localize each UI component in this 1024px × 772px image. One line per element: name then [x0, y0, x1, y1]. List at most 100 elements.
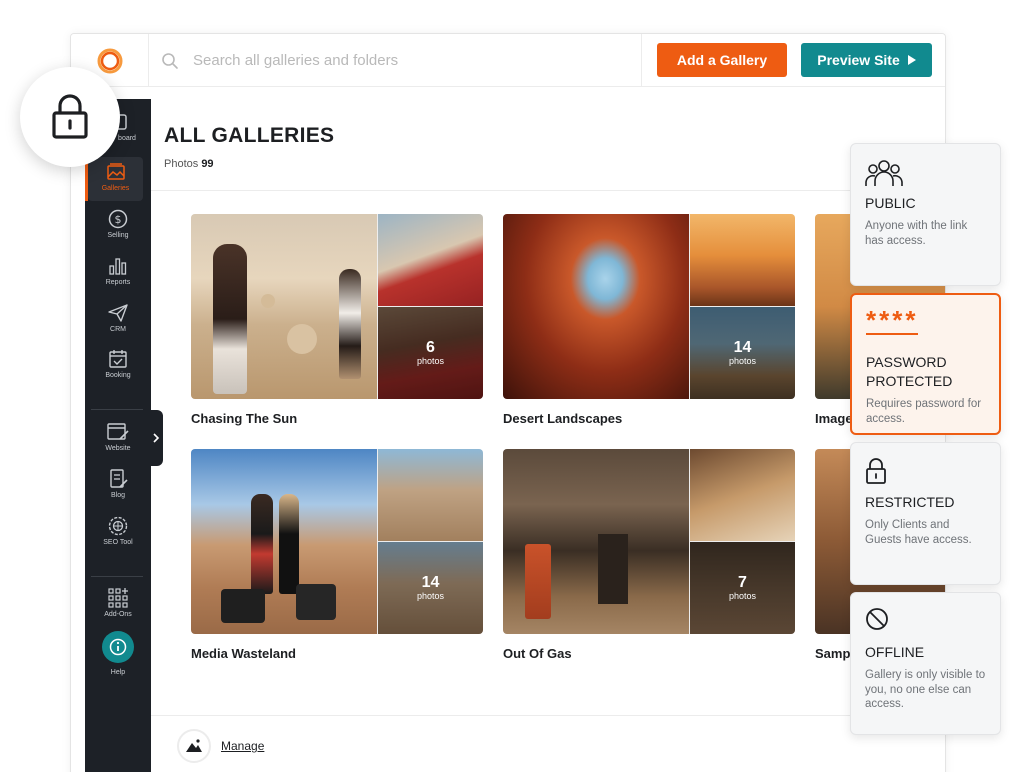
photo-count-unit: photos: [728, 356, 757, 366]
topbar-divider: [641, 34, 642, 87]
privacy-option-title: RESTRICTED: [865, 494, 955, 510]
gallery-title[interactable]: Out Of Gas: [503, 646, 795, 661]
photo-count-unit: photos: [416, 356, 445, 366]
ban-icon: [866, 608, 888, 630]
photo-count-unit: photos: [416, 591, 445, 601]
gallery-collage[interactable]: 14 photos: [503, 214, 795, 399]
sidebar-collapse-toggle[interactable]: [150, 410, 163, 466]
gallery-thumb-photo: [378, 449, 483, 541]
globe-gear-icon: [108, 516, 128, 536]
photo-count-number: 6: [426, 339, 435, 356]
content-header: ALL GALLERIES Photos 99: [151, 87, 945, 191]
privacy-option-offline[interactable]: OFFLINE Gallery is only visible to you, …: [850, 592, 1001, 735]
photo-count-number: 14: [733, 339, 752, 356]
sidebar-item-crm[interactable]: CRM: [85, 298, 151, 342]
gallery-thumb-photo: [378, 214, 483, 306]
photo-count-overlay: 7 photos: [690, 542, 795, 634]
gallery-collage[interactable]: 14 photos: [191, 449, 483, 634]
bar-chart-icon: [109, 258, 127, 275]
photo-count-unit: photos: [728, 591, 757, 601]
privacy-option-desc: Gallery is only visible to you, no one e…: [865, 669, 986, 710]
gallery-cover-photo: [503, 449, 689, 634]
sidebar-divider: [91, 409, 143, 410]
sidebar-item-galleries[interactable]: Galleries: [85, 157, 143, 201]
sidebar-item-label: Reports: [105, 279, 131, 286]
gallery-collage[interactable]: 6 photos: [191, 214, 483, 399]
privacy-option-title: PUBLIC: [865, 195, 916, 211]
logo-icon: [97, 48, 122, 73]
manage-icon[interactable]: [177, 729, 211, 763]
add-gallery-button[interactable]: Add a Gallery: [657, 43, 787, 77]
gallery-title[interactable]: Media Wasteland: [191, 646, 483, 661]
gallery-title[interactable]: Chasing The Sun: [191, 411, 483, 426]
gallery-card[interactable]: 14 photos Desert Landscapes: [503, 214, 795, 426]
photo-count-number: 14: [421, 574, 440, 591]
pc-icon-wrap: [865, 158, 986, 192]
lock-badge: [20, 67, 120, 167]
page-title: ALL GALLERIES: [164, 124, 335, 147]
gallery-cover-photo: [191, 214, 377, 399]
photo-count-number: 7: [738, 574, 747, 591]
sidebar-item-label: Booking: [105, 372, 131, 379]
search-bar[interactable]: [161, 34, 641, 87]
privacy-option-public[interactable]: PUBLIC Anyone with the link has access.: [850, 143, 1001, 286]
privacy-option-title: OFFLINE: [865, 644, 925, 660]
privacy-option-desc: Requires password for access.: [866, 398, 982, 425]
privacy-option-desc: Anyone with the link has access.: [865, 220, 968, 247]
sidebar-item-label: board: [118, 135, 136, 142]
gallery-title[interactable]: Desert Landscapes: [503, 411, 795, 426]
users-icon: [865, 160, 903, 186]
gallery-icon: [106, 163, 125, 180]
pc-icon-wrap: [865, 457, 986, 491]
paper-plane-icon: [108, 304, 128, 322]
sidebar-item-reports[interactable]: Reports: [85, 251, 151, 295]
privacy-option-password-protected[interactable]: **** PASSWORD PROTECTED Requires passwor…: [850, 293, 1001, 435]
photo-count-overlay: 14 photos: [378, 542, 483, 634]
sidebar-item-help[interactable]: Help: [85, 627, 151, 683]
sidebar-item-label: Galleries: [101, 185, 130, 192]
help-icon: [109, 638, 127, 656]
sidebar-item-label: Website: [105, 445, 131, 452]
mountain-image-icon: [186, 739, 202, 752]
gallery-card[interactable]: 7 photos Out Of Gas: [503, 449, 795, 661]
dollar-icon: $: [108, 209, 128, 229]
grid-plus-icon: [108, 588, 128, 608]
gallery-thumb-photo: [690, 449, 795, 541]
sidebar-item-label: SEO Tool: [103, 539, 133, 546]
privacy-option-desc: Only Clients and Guests have access.: [865, 519, 972, 546]
sidebar-item-blog[interactable]: Blog: [85, 464, 151, 508]
sidebar-item-label: Selling: [107, 232, 129, 239]
photo-count-value: 99: [201, 158, 214, 170]
lock-icon: [52, 94, 88, 139]
pc-icon-wrap: [865, 607, 986, 641]
app-window: Add a Gallery Preview Site board Galleri…: [70, 33, 946, 772]
photo-count-overlay: 14 photos: [690, 307, 795, 399]
gallery-collage[interactable]: 7 photos: [503, 449, 795, 634]
gallery-thumb-photo: [690, 214, 795, 306]
sidebar-item-add-ons[interactable]: Add-Ons: [85, 583, 151, 627]
top-bar: Add a Gallery Preview Site: [71, 34, 945, 87]
privacy-option-title: PASSWORD PROTECTED: [866, 354, 953, 389]
manage-link-group[interactable]: Manage: [177, 729, 264, 763]
sidebar-item-website[interactable]: Website: [85, 417, 151, 461]
footer-divider: [151, 715, 945, 716]
search-input[interactable]: [193, 52, 613, 69]
sidebar-item-booking[interactable]: Booking: [85, 344, 151, 388]
sidebar-item-seo-tool[interactable]: SEO Tool: [85, 511, 151, 555]
photo-count-label: Photos: [164, 158, 199, 170]
photo-count: Photos 99: [164, 158, 214, 170]
lock-icon: [866, 458, 886, 484]
privacy-option-restricted[interactable]: RESTRICTED Only Clients and Guests have …: [850, 442, 1001, 585]
gallery-card[interactable]: 14 photos Media Wasteland: [191, 449, 483, 661]
manage-link[interactable]: Manage: [221, 739, 264, 753]
sidebar-item-selling[interactable]: $ Selling: [85, 204, 151, 248]
preview-site-label: Preview Site: [817, 52, 900, 68]
search-icon: [162, 52, 178, 69]
preview-site-button[interactable]: Preview Site: [801, 43, 932, 77]
pc-icon-wrap: ****: [866, 307, 985, 351]
photo-count-overlay: 6 photos: [378, 307, 483, 399]
gallery-card[interactable]: 6 photos Chasing The Sun: [191, 214, 483, 426]
add-gallery-label: Add a Gallery: [676, 52, 768, 68]
sidebar-item-label: Add-Ons: [104, 611, 132, 618]
help-button[interactable]: [102, 631, 134, 663]
